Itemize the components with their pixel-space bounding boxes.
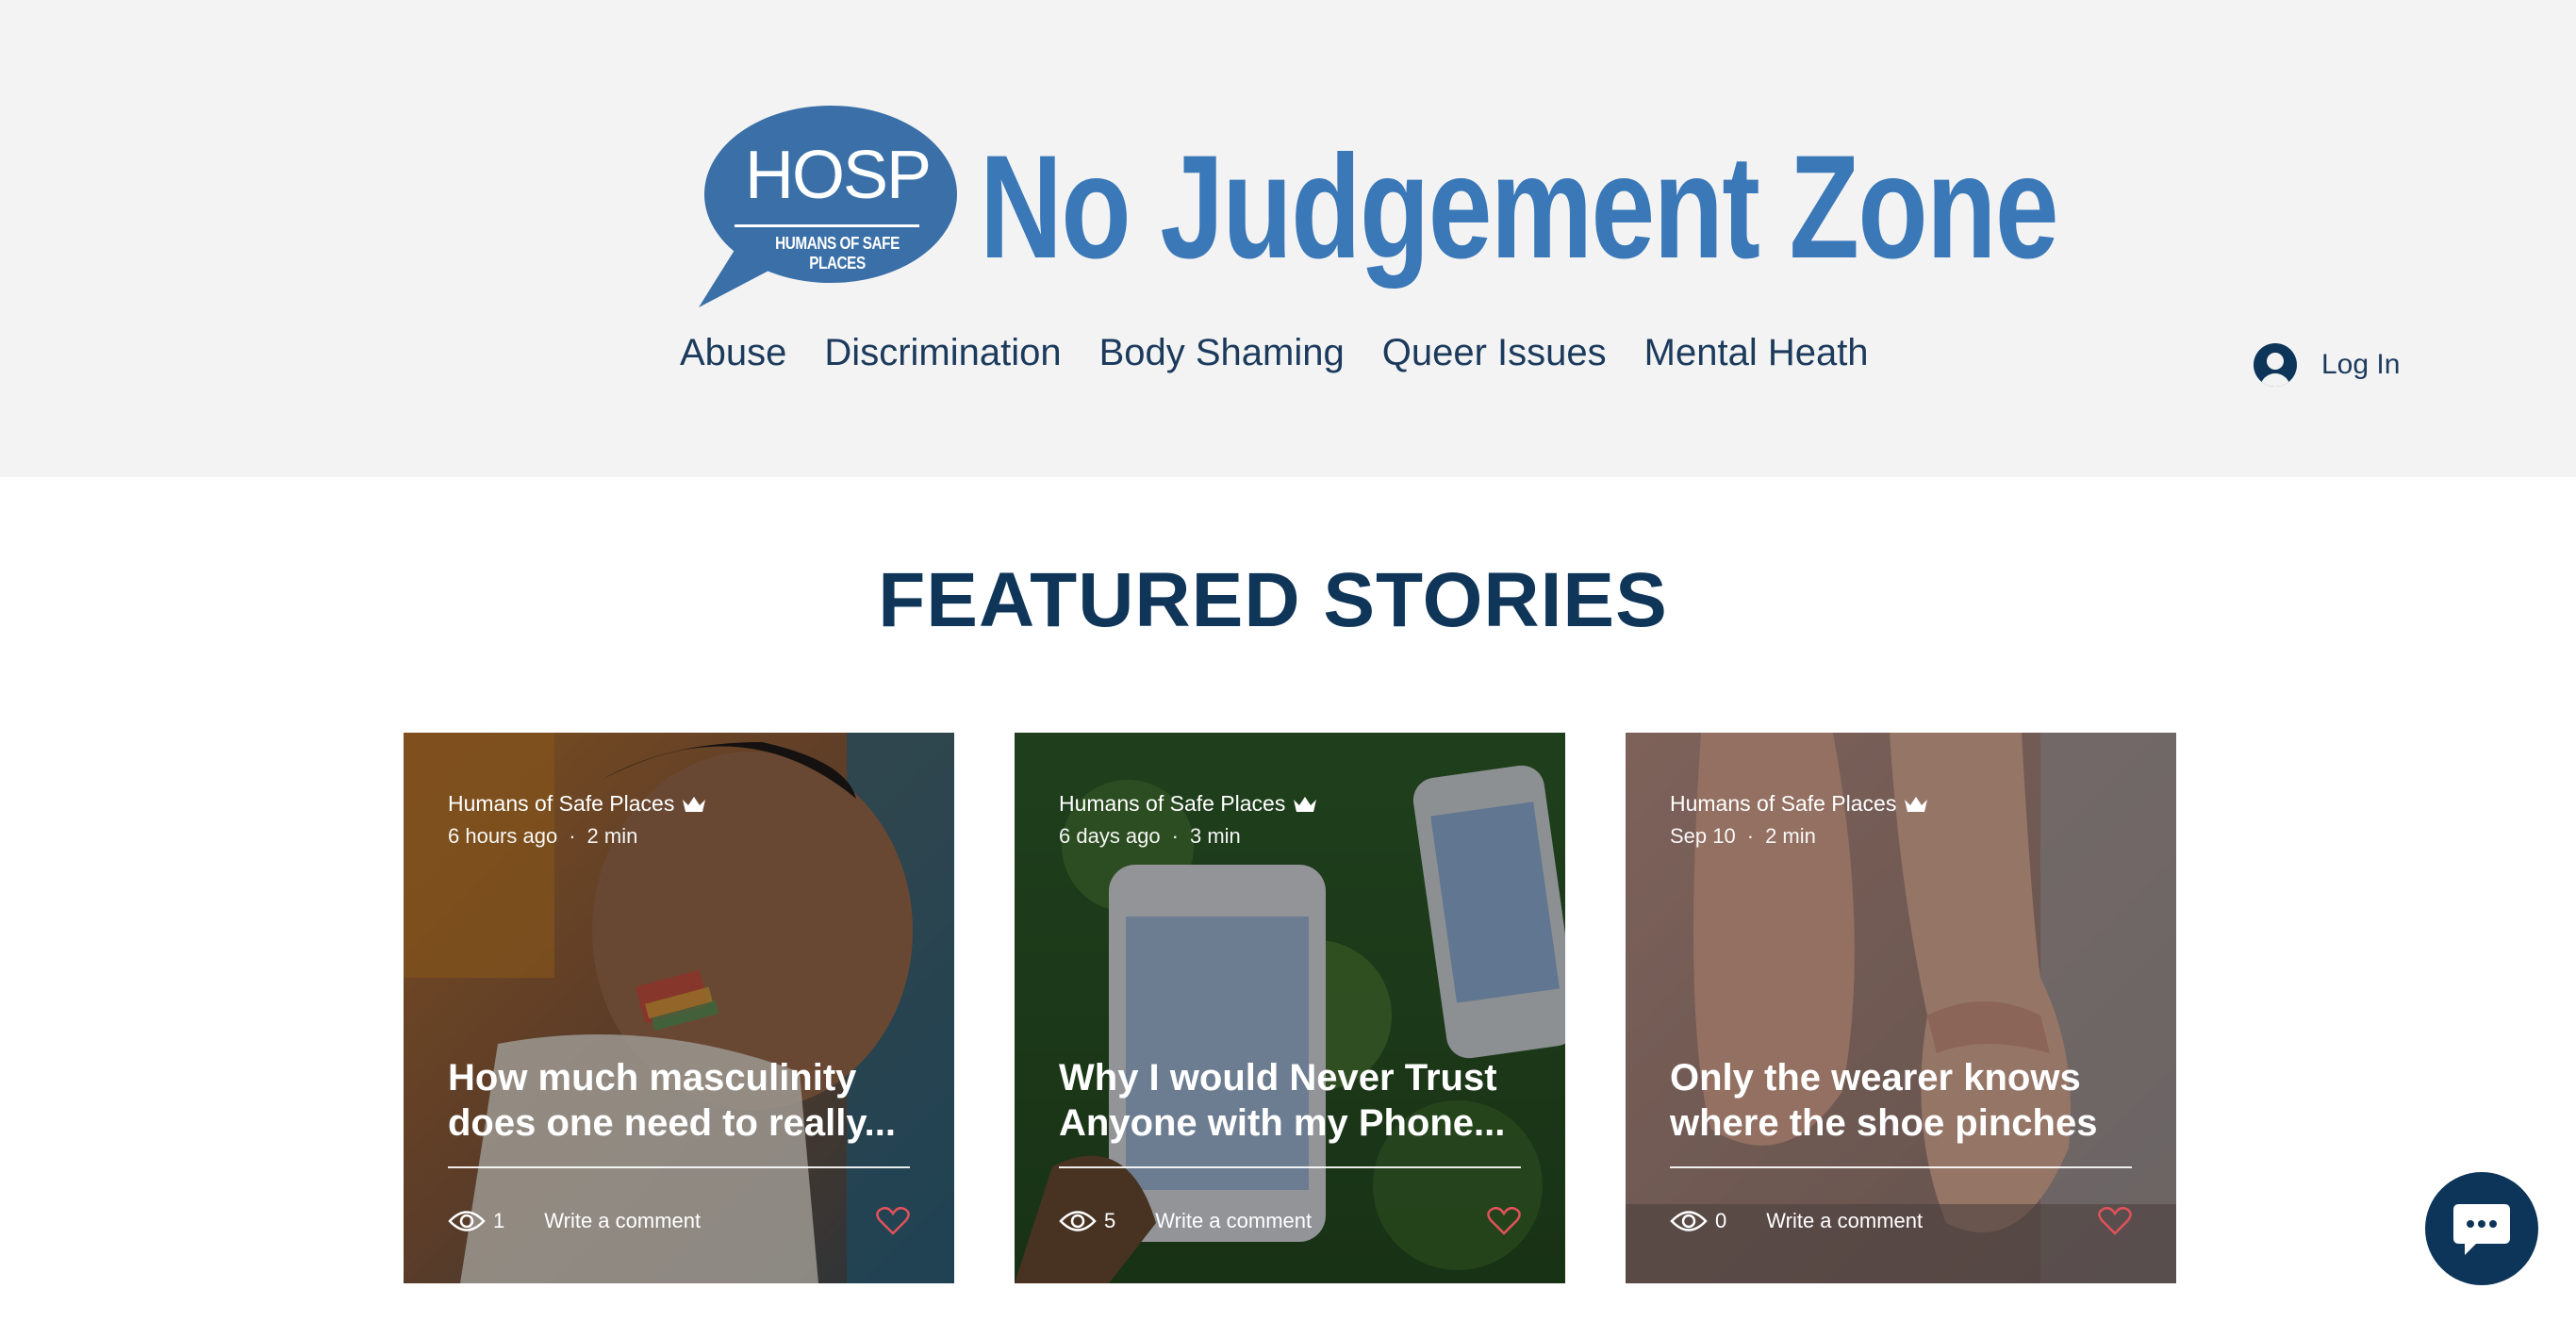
login-button[interactable]: Log In <box>2254 343 2400 387</box>
nav-item-body-shaming[interactable]: Body Shaming <box>1099 332 1345 373</box>
post-date: 6 days ago <box>1059 824 1161 848</box>
featured-heading: FEATURED STORIES <box>878 557 1668 643</box>
chat-button[interactable] <box>2425 1172 2538 1285</box>
story-card[interactable]: Humans of Safe Places 6 days ago · 3 min W… <box>1015 733 1565 1283</box>
author-name[interactable]: Humans of Safe Places <box>448 791 674 817</box>
eye-icon <box>1670 1211 1708 1231</box>
story-title[interactable]: Why I would Never Trust Anyone with my P… <box>1059 1055 1530 1146</box>
post-date: Sep 10 <box>1670 824 1736 848</box>
story-title[interactable]: Only the wearer knows where the shoe pin… <box>1670 1055 2141 1146</box>
crown-icon <box>683 796 706 812</box>
heart-icon[interactable] <box>1487 1206 1521 1236</box>
read-time: 3 min <box>1189 824 1241 848</box>
eye-icon <box>1059 1211 1097 1231</box>
hosp-logo-bubble: HOSP HUMANS OF SAFE PLACES <box>699 106 963 309</box>
eye-icon <box>448 1211 486 1231</box>
card-divider <box>448 1166 910 1168</box>
view-count: 0 <box>1715 1209 1727 1232</box>
author-name[interactable]: Humans of Safe Places <box>1670 791 1896 817</box>
post-date: 6 hours ago <box>448 824 558 848</box>
heart-icon[interactable] <box>2098 1206 2132 1236</box>
story-title[interactable]: How much masculinity does one need to re… <box>448 1055 919 1146</box>
main-nav: Abuse Discrimination Body Shaming Queer … <box>680 332 1869 373</box>
site-logo[interactable]: HOSP HUMANS OF SAFE PLACES No Judgement … <box>699 106 2059 309</box>
card-divider <box>1670 1166 2132 1168</box>
crown-icon <box>1294 796 1317 812</box>
write-comment-link[interactable]: Write a comment <box>1766 1209 1923 1233</box>
chat-bubble-icon <box>2453 1204 2510 1255</box>
logo-tagline: HUMANS OF SAFE PLACES <box>775 234 900 273</box>
view-count: 5 <box>1104 1209 1116 1232</box>
write-comment-link[interactable]: Write a comment <box>544 1209 701 1233</box>
view-count: 1 <box>493 1209 505 1232</box>
story-card[interactable]: Humans of Safe Places Sep 10 · 2 min Only … <box>1626 733 2176 1283</box>
login-label: Log In <box>2321 349 2401 380</box>
logo-mark: HOSP <box>744 138 932 213</box>
read-time: 2 min <box>586 824 638 848</box>
nav-item-queer-issues[interactable]: Queer Issues <box>1382 332 1607 373</box>
read-time: 2 min <box>1765 824 1816 848</box>
story-card[interactable]: Humans of Safe Places 6 hours ago · 2 min … <box>404 733 954 1283</box>
site-header: HOSP HUMANS OF SAFE PLACES No Judgement … <box>0 0 2576 477</box>
site-title[interactable]: No Judgement Zone <box>980 134 2059 281</box>
nav-item-abuse[interactable]: Abuse <box>680 332 786 373</box>
logo-divider <box>735 224 919 227</box>
author-name[interactable]: Humans of Safe Places <box>1059 791 1285 817</box>
nav-item-discrimination[interactable]: Discrimination <box>824 332 1061 373</box>
write-comment-link[interactable]: Write a comment <box>1155 1209 1312 1233</box>
crown-icon <box>1905 796 1928 812</box>
card-divider <box>1059 1166 1521 1168</box>
nav-item-mental-heath[interactable]: Mental Heath <box>1644 332 1869 373</box>
user-avatar-icon <box>2254 343 2297 387</box>
heart-icon[interactable] <box>876 1206 910 1236</box>
